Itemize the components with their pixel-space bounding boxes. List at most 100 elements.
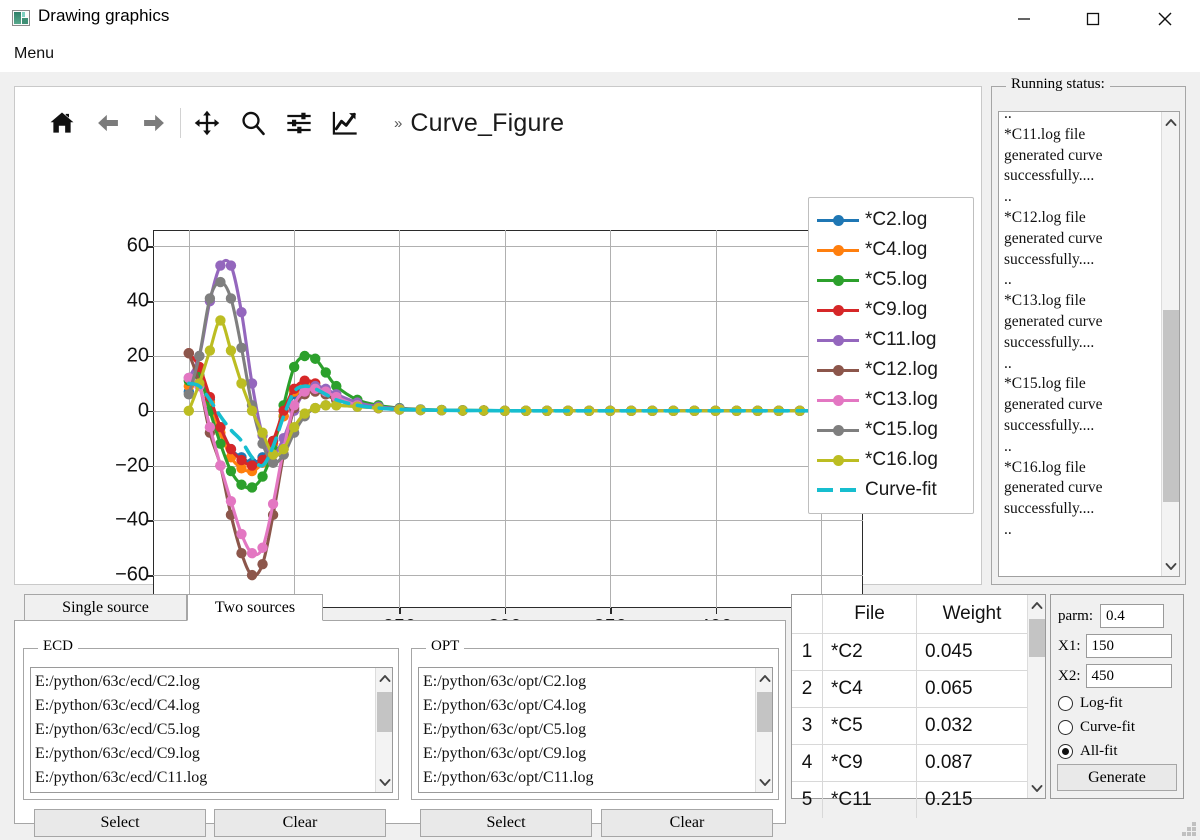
data-point [246,482,258,493]
legend-item-c9log[interactable]: *C9.log [817,295,965,325]
chevron-up-icon[interactable] [1162,112,1179,132]
close-icon[interactable] [1142,0,1188,38]
weight-table-scrollbar-thumb[interactable] [1029,619,1045,657]
legend-item-c12log[interactable]: *C12.log [817,355,965,385]
back-arrow-icon[interactable] [85,101,131,145]
table-header-index [792,595,822,633]
forward-arrow-icon[interactable] [131,101,177,145]
legend-item-c2log[interactable]: *C2.log [817,205,965,235]
legend-item-c11log[interactable]: *C11.log [817,325,965,355]
ecd-clear-button[interactable]: Clear [214,809,386,837]
table-row[interactable]: 4 *C9 0.087 [792,745,1027,781]
maximize-icon[interactable] [1070,0,1116,38]
tab-two-sources[interactable]: Two sources [187,594,323,621]
list-item[interactable]: E:/python/63c/opt/C9.log [419,742,772,766]
edit-curve-icon[interactable] [322,101,368,145]
radio-curve-fit[interactable]: Curve-fit [1058,719,1135,736]
toolbar-divider [180,108,181,138]
list-item[interactable]: E:/python/63c/opt/C4.log [419,694,772,718]
legend-label: *C16.log [865,449,938,470]
x2-input[interactable]: 450 [1085,664,1172,688]
chevron-down-icon[interactable] [1162,556,1179,576]
configure-subplots-icon[interactable] [276,101,322,145]
list-item[interactable]: E:/python/63c/ecd/C4.log [31,694,392,718]
ecd-select-button[interactable]: Select [34,809,206,837]
chevron-up-icon[interactable] [756,668,772,688]
menu-item-menu[interactable]: Menu [10,44,58,64]
data-point [225,260,237,271]
opt-select-button[interactable]: Select [420,809,592,837]
ecd-scrollbar-thumb[interactable] [377,692,392,732]
legend-swatch [817,362,859,378]
chevron-up-icon[interactable] [376,668,392,688]
y-tick-label: 0 [137,399,149,422]
list-item[interactable]: E:/python/63c/opt/C5.log [419,718,772,742]
table-cell-file: *C4 [822,671,916,707]
legend-label: *C9.log [865,299,928,320]
chevron-down-icon[interactable] [756,772,772,792]
opt-scrollbar[interactable] [755,668,772,792]
status-scrollbar-thumb[interactable] [1163,310,1179,502]
ecd-select-label: Select [100,814,140,831]
x1-input[interactable]: 150 [1085,634,1172,658]
radio-log-fit[interactable]: Log-fit [1058,695,1123,712]
list-item[interactable]: E:/python/63c/ecd/C11.log [31,766,392,790]
running-status-text: .. *C11.log file generated curve success… [1004,111,1103,538]
data-point [257,471,268,482]
weight-table-scrollbar[interactable] [1027,595,1045,798]
table-cell-index: 2 [801,678,813,699]
legend-item-c16log[interactable]: *C16.log [817,445,965,475]
list-item[interactable]: E:/python/63c/opt/C11.log [419,766,772,790]
legend-item-curve-fit[interactable]: Curve-fit [817,475,965,505]
tab-single-source[interactable]: Single source [24,594,187,621]
list-item[interactable]: E:/python/63c/opt/C2.log [419,670,772,694]
chevron-down-icon[interactable] [376,772,392,792]
generate-label: Generate [1088,768,1146,786]
home-icon[interactable] [39,101,85,145]
data-point [215,260,226,271]
radio-all-fit[interactable]: All-fit [1058,743,1118,760]
legend-swatch [817,272,859,288]
pan-move-icon[interactable] [184,101,230,145]
minimize-icon[interactable] [1001,0,1047,38]
legend-item-c4log[interactable]: *C4.log [817,235,965,265]
chevron-down-icon[interactable] [1028,778,1046,798]
chart-axes[interactable]: −60−40−200204060 150200250300350400450 *… [115,197,974,638]
legend-item-c5log[interactable]: *C5.log [817,265,965,295]
parm-input[interactable]: 0.4 [1100,604,1164,628]
legend-item-c13log[interactable]: *C13.log [817,385,965,415]
opt-file-list[interactable]: E:/python/63c/opt/C2.log E:/python/63c/op… [418,667,773,793]
data-point [310,353,321,364]
table-row[interactable]: 3 *C5 0.032 [792,708,1027,744]
list-item[interactable]: E:/python/63c/ecd/C5.log [31,718,392,742]
list-item[interactable]: E:/python/63c/ecd/C2.log [31,670,392,694]
table-row[interactable]: 5 *C11 0.215 [792,782,1027,818]
radio-indicator[interactable] [1058,720,1073,735]
status-scrollbar[interactable] [1161,112,1179,576]
table-cell-file: *C11 [822,782,916,818]
data-point [257,558,268,570]
table-row[interactable]: 2 *C4 0.065 [792,671,1027,707]
radio-indicator[interactable] [1058,744,1073,759]
menu-bar: Menu [0,38,1200,72]
table-row[interactable]: 1 *C2 0.045 [792,634,1027,670]
chevron-up-icon[interactable] [1028,595,1046,615]
legend-item-c15log[interactable]: *C15.log [817,415,965,445]
data-point [257,542,268,553]
generate-button[interactable]: Generate [1057,764,1177,791]
source-tab-panel: Single source Two sources ECD E:/python/… [14,594,786,837]
radio-indicator[interactable] [1058,696,1073,711]
opt-group: OPT E:/python/63c/opt/C2.log E:/python/63… [411,638,779,800]
weight-table[interactable]: File Weight 1 *C2 0.045 2 *C4 0.065 3 *C5 0.032 4 *C… [791,594,1046,818]
list-item[interactable]: E:/python/63c/ecd/C9.log [31,742,392,766]
ecd-file-list[interactable]: E:/python/63c/ecd/C2.log E:/python/63c/ec… [30,667,393,793]
ecd-scrollbar[interactable] [375,668,392,792]
opt-clear-button[interactable]: Clear [601,809,773,837]
zoom-magnifier-icon[interactable] [230,101,276,145]
running-status-box[interactable]: .. *C11.log file generated curve success… [998,111,1180,577]
x1-row: X1: 150 [1058,634,1172,658]
data-point [320,400,331,411]
resize-grip[interactable] [1182,822,1196,836]
opt-scrollbar-thumb[interactable] [757,692,772,732]
data-point [299,408,310,419]
